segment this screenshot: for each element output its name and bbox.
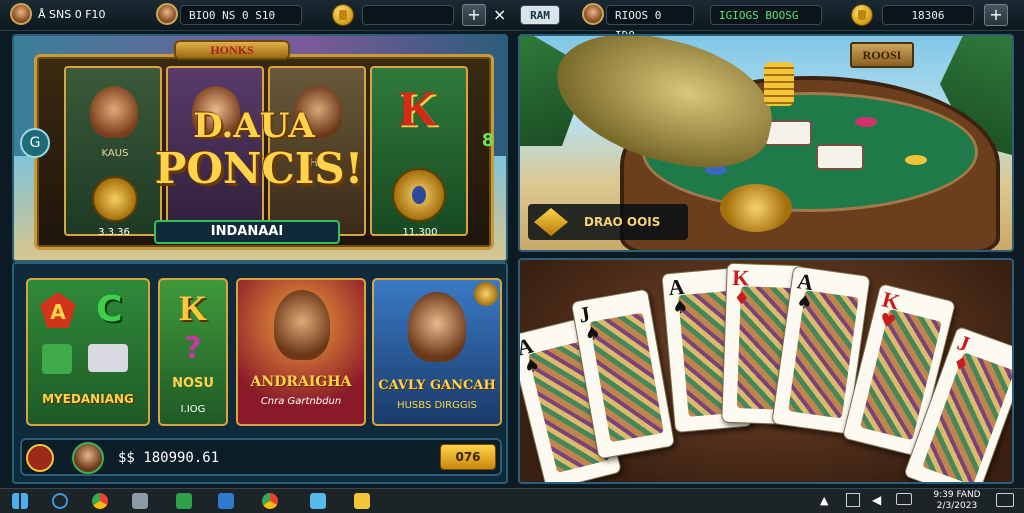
clock[interactable]: 9:39 FAND 2/3/2023 [930, 490, 984, 512]
k-symbol: K [398, 80, 438, 136]
explorer-portrait [90, 86, 138, 138]
left-arrow-button[interactable]: G [20, 128, 50, 158]
tile3-subtitle: Cnra Gartnbdun [260, 396, 342, 407]
fish-illustration [543, 36, 785, 182]
card-suit-icon: ♠ [582, 322, 603, 346]
coin-icon-2 [852, 5, 872, 25]
files-icon[interactable] [132, 493, 148, 509]
table-sign: ROOSI [850, 42, 914, 68]
right-arrow-button[interactable]: 8 [476, 130, 500, 156]
taskbar: ▲ ◀ 9:39 FAND 2/3/2023 [0, 488, 1024, 513]
tile1-symbol-a: A [40, 292, 76, 328]
tile2-purple-symbol: ? [184, 331, 202, 366]
coin-field[interactable] [362, 5, 454, 25]
right-reel-value: 11.300 [402, 227, 438, 238]
notifications-icon[interactable] [996, 493, 1014, 507]
coin-balance: 18306 [882, 5, 974, 25]
tile3-hero-portrait [274, 290, 330, 360]
wallet-bar: $$ 180990.61 076 [20, 438, 502, 476]
tile2-subtitle: I.IOG [180, 404, 206, 415]
photos-icon[interactable] [310, 493, 326, 509]
slot-game-panel[interactable]: HONKS KAUS HIS K G 8 D.AUA PONCIS! 3.3.3… [12, 34, 508, 262]
card-suit-icon: ♠ [671, 296, 690, 319]
game-app-icon[interactable] [176, 493, 192, 509]
game-tile-3[interactable]: ANDRAIGHA Cnra Gartnbdun [236, 278, 366, 426]
opponent-avatar[interactable] [156, 3, 178, 25]
card-suit-icon: ♦ [733, 287, 751, 310]
start-icon[interactable] [12, 493, 28, 509]
tile3-title: ANDRAIGHA [250, 374, 352, 390]
player-avatar[interactable] [10, 3, 32, 25]
card-rank: A [667, 273, 686, 301]
gem-icon [412, 186, 426, 204]
chrome-icon[interactable] [92, 493, 108, 509]
coin-stack-1 [764, 62, 794, 106]
network-icon[interactable] [846, 493, 860, 507]
chip-pink [855, 117, 877, 127]
slot-title-line2: PONCIS! [154, 144, 364, 193]
add-coins-button[interactable]: + [462, 4, 486, 26]
folder-icon[interactable] [354, 493, 370, 509]
player2-name: RIOOS 0 IDO [606, 5, 694, 42]
name-plate[interactable]: INDANAAI [154, 220, 340, 244]
chip-gold [905, 155, 927, 165]
coin-icon [333, 5, 353, 25]
clock-date: 2/3/2023 [936, 501, 978, 511]
tile4-title: CAVLY GANCAH [378, 378, 496, 393]
tile4-hero-portrait [408, 292, 466, 362]
table-card-1 [765, 121, 811, 145]
blue-gem-coin-symbol [392, 168, 446, 222]
store-icon[interactable] [218, 493, 234, 509]
tile1-symbol-silver [88, 344, 128, 372]
room-tag[interactable]: RAM [520, 5, 560, 25]
top-bar: Å SNS 0 F10 BIO0 NS 0 S10 + × RAM RIOOS … [0, 0, 1024, 42]
game-tiles-panel: A C MYEDANIANG K ? NOSU I.IOG ANDRAIGHA … [12, 262, 508, 484]
slot-badge: HONKS [174, 40, 290, 60]
tile2-k-symbol: K [178, 288, 207, 328]
table-card-2 [817, 145, 863, 169]
edge-icon[interactable] [52, 493, 68, 509]
game-tile-1[interactable]: A C MYEDANIANG [26, 278, 150, 426]
bet-button[interactable]: 076 [440, 444, 496, 470]
player-balance: BIO0 NS 0 S10 [180, 5, 302, 25]
game-tile-4[interactable]: CAVLY GANCAH HUSBS DIRGGIS [372, 278, 502, 426]
volume-icon[interactable]: ◀ [872, 493, 881, 507]
player2-chips: IGIOGS BOOSG [710, 5, 822, 25]
add-balance-button[interactable]: + [984, 4, 1008, 26]
tile1-title: MYEDANIANG [42, 392, 134, 406]
tile1-symbol-c: C [96, 289, 123, 330]
tile4-coin-icon [474, 282, 498, 306]
slot-title-line1: D.AUA [193, 106, 315, 146]
close-icon[interactable]: × [493, 5, 506, 24]
wallet-balance: $$ 180990.61 [118, 450, 220, 466]
battery-icon[interactable] [896, 493, 912, 505]
gold-pile [720, 184, 792, 232]
tile2-title: NOSU [172, 376, 214, 391]
user-avatar[interactable] [72, 442, 104, 474]
tile4-subtitle: HUSBS DIRGGIS [397, 400, 477, 411]
fish-table-panel[interactable]: ROOSI DRAO OOIS [518, 34, 1014, 252]
left-reel-value: 3.3.36 [98, 227, 130, 238]
tile1-symbol-green [42, 344, 72, 374]
card-suit-icon: ♠ [795, 291, 814, 315]
game-tile-2[interactable]: K ? NOSU I.IOG [158, 278, 228, 426]
player-name: Å SNS 0 F10 [38, 8, 106, 21]
browser-icon[interactable] [262, 493, 278, 509]
menu-icon[interactable] [26, 444, 54, 472]
tray-chevron-icon[interactable]: ▲ [820, 494, 828, 507]
cards-panel: A ♠ J ♠ A ♠ K ♦ A ♠ K ♥ J ♦ [518, 258, 1014, 484]
clock-time: 9:39 FAND [933, 490, 981, 500]
player2-avatar[interactable] [582, 3, 604, 25]
card-rank: K [731, 264, 750, 291]
